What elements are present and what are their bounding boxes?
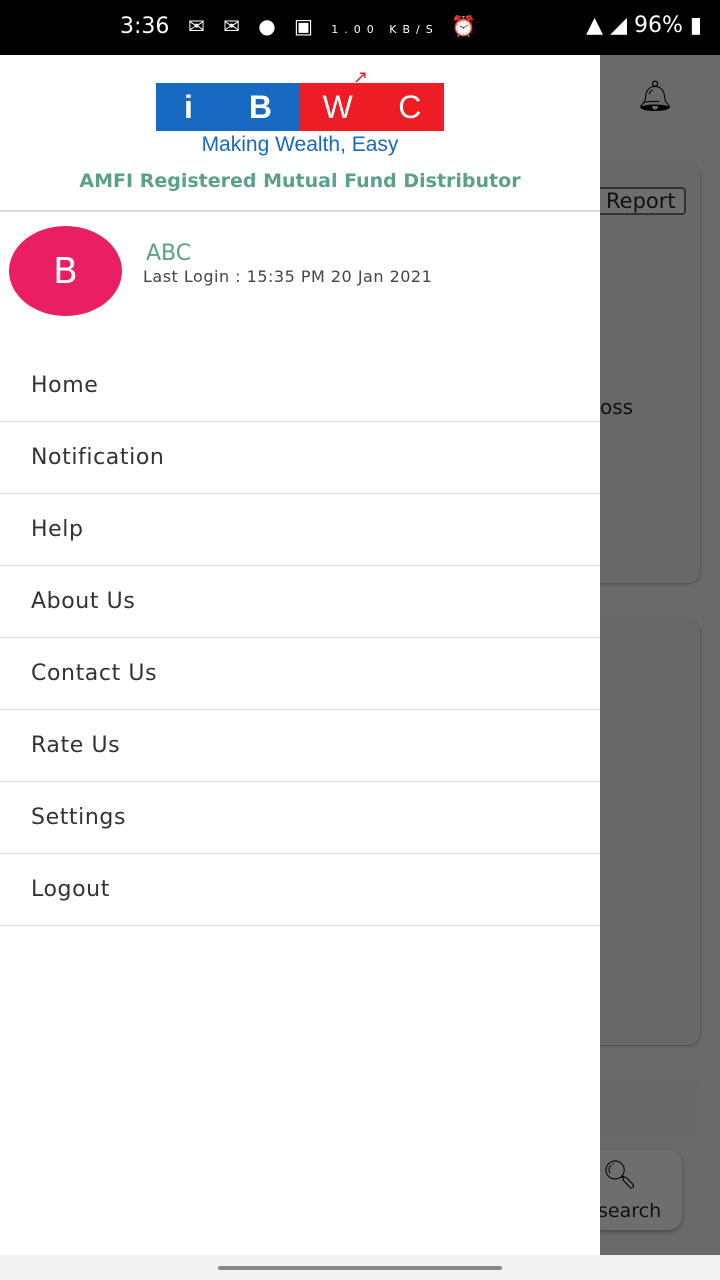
- menu-item-contact-us[interactable]: Contact Us: [0, 638, 600, 710]
- menu-item-rate-us[interactable]: Rate Us: [0, 710, 600, 782]
- status-right: ▲ ◢ 96% ▮: [586, 13, 702, 38]
- menu-item-about-us[interactable]: About Us: [0, 566, 600, 638]
- ibwc-logo: iB WC ↗: [156, 67, 444, 131]
- bell-icon[interactable]: 🔔︎: [636, 79, 674, 114]
- menu-item-home[interactable]: Home: [0, 350, 600, 422]
- menu-item-logout[interactable]: Logout: [0, 854, 600, 926]
- navigation-drawer: iB WC ↗ Making Wealth, Easy AMFI Registe…: [0, 55, 600, 1255]
- dimmed-background[interactable]: 🔔︎ Report oss 🔍︎ search: [580, 55, 720, 1255]
- divider: [0, 210, 600, 212]
- status-time: 3:36: [120, 14, 170, 39]
- research-icon: 🔍︎: [602, 1158, 638, 1191]
- menu-item-help[interactable]: Help: [0, 494, 600, 566]
- system-nav-bar: [0, 1255, 720, 1280]
- notification-icons: ✉ ✉ ● ▣ 1.00 KB/S ⏰: [188, 14, 482, 38]
- menu-item-settings[interactable]: Settings: [0, 782, 600, 854]
- drawer-subtitle: AMFI Registered Mutual Fund Distributor: [79, 170, 521, 192]
- report-button[interactable]: Report: [596, 187, 686, 215]
- status-bar: 3:36 ✉ ✉ ● ▣ 1.00 KB/S ⏰ ▲ ◢ 96% ▮: [0, 0, 720, 55]
- research-button[interactable]: 🔍︎ search: [590, 1150, 682, 1230]
- drawer-menu: Home Notification Help About Us Contact …: [0, 350, 600, 926]
- research-label: search: [598, 1200, 662, 1222]
- home-gesture-handle[interactable]: [218, 1266, 502, 1270]
- menu-item-notification[interactable]: Notification: [0, 422, 600, 494]
- avatar[interactable]: B: [9, 226, 122, 316]
- logo-tagline: Making Wealth, Easy: [201, 133, 399, 156]
- arrow-icon: ↗: [353, 67, 369, 88]
- partial-text: oss: [600, 395, 634, 419]
- last-login: Last Login : 15:35 PM 20 Jan 2021: [143, 267, 433, 286]
- battery-level: 96%: [633, 13, 683, 38]
- user-name: ABC: [146, 241, 192, 266]
